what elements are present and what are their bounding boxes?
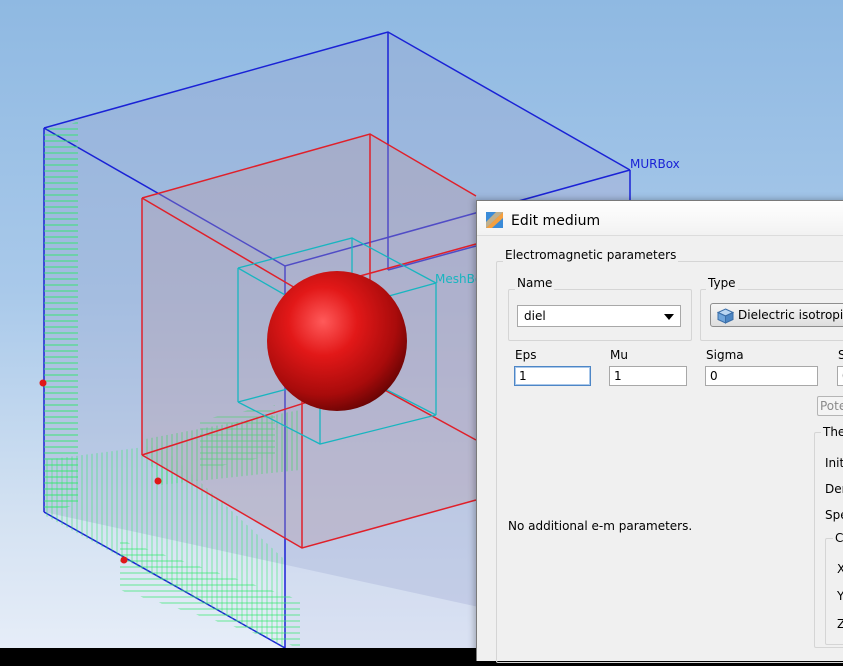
name-select-value: diel bbox=[524, 309, 546, 323]
eps-field[interactable]: 1 bbox=[514, 366, 591, 386]
cube-icon bbox=[717, 308, 734, 324]
axis-y-label: Y bbox=[837, 589, 843, 603]
axis-z-label: Z bbox=[837, 617, 843, 631]
edit-medium-dialog[interactable]: Edit medium Electromagnetic parameters N… bbox=[476, 200, 843, 663]
axis-x-label: X bbox=[837, 562, 843, 576]
thermal-conductivity-title: C bbox=[833, 531, 843, 545]
medium-type-button[interactable]: Dielectric isotropic bbox=[710, 303, 843, 327]
s-label: S bbox=[838, 348, 843, 362]
sigma-label: Sigma bbox=[706, 348, 744, 362]
name-label: Name bbox=[515, 276, 555, 290]
type-label: Type bbox=[706, 276, 738, 290]
chevron-down-icon bbox=[664, 314, 674, 320]
eps-label: Eps bbox=[515, 348, 537, 362]
no-additional-em-text: No additional e-m parameters. bbox=[508, 519, 693, 533]
dialog-title: Edit medium bbox=[511, 213, 601, 229]
thermal-specific-heat-label: Specific heat bbox=[825, 508, 843, 522]
sigma-field[interactable]: 0 bbox=[705, 366, 818, 386]
sphere-object[interactable] bbox=[267, 271, 407, 411]
s-field[interactable]: 0 bbox=[837, 366, 843, 386]
medium-type-value: Dielectric isotropic bbox=[738, 308, 843, 322]
mur-box-label: MURBox bbox=[630, 157, 680, 171]
thermal-group-title: Thermal parameters bbox=[821, 425, 843, 439]
mu-field[interactable]: 1 bbox=[609, 366, 687, 386]
potential-button[interactable]: Potential bbox=[817, 396, 843, 416]
em-parameters-group-title: Electromagnetic parameters bbox=[503, 248, 679, 262]
thermal-initial-label: Initial bbox=[825, 456, 843, 470]
mu-label: Mu bbox=[610, 348, 628, 362]
thermal-density-label: Density bbox=[825, 482, 843, 496]
dialog-titlebar[interactable]: Edit medium bbox=[477, 201, 843, 236]
name-select[interactable]: diel bbox=[517, 305, 681, 327]
medium-icon bbox=[486, 212, 503, 228]
